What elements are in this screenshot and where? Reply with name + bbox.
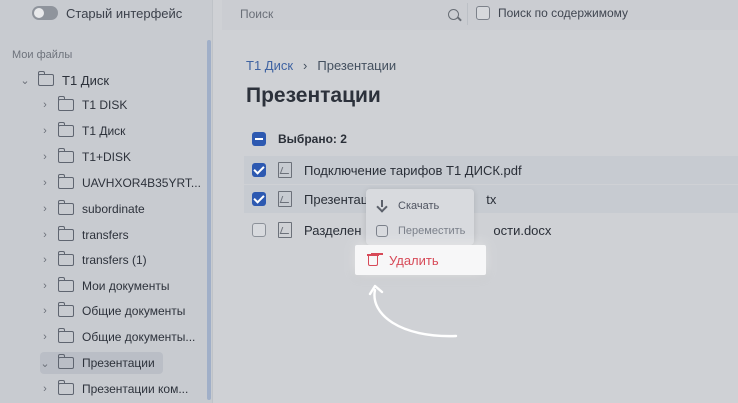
context-menu: Скачать Переместить (366, 189, 474, 245)
old-interface-toggle[interactable] (32, 6, 58, 20)
chevron-down-icon[interactable]: ⌄ (40, 357, 50, 370)
sidebar-item-shared-documents-2[interactable]: › Общие документы... (40, 326, 195, 348)
select-all-checkbox[interactable] (252, 132, 266, 146)
delete-button[interactable]: Удалить (355, 245, 486, 275)
file-name[interactable]: Разделен (304, 223, 361, 238)
selection-status: Выбрано: 2 (252, 132, 347, 146)
file-row[interactable]: Подключение тарифов Т1 ДИСК.pdf (244, 156, 738, 184)
chevron-right-icon[interactable]: › (40, 280, 50, 292)
sidebar-item-label: Мои документы (82, 279, 170, 293)
pointer-arrow (368, 284, 458, 338)
sidebar-item-t1-disk-en[interactable]: › T1 DISK (40, 94, 127, 116)
app-window: Старый интерфейс Мои файлы ⌄ Т1 Диск › T… (0, 0, 738, 403)
menu-item-label: Переместить (398, 225, 466, 237)
tree-root-label: Т1 Диск (62, 72, 110, 88)
sidebar-item-label: Презентации (82, 356, 155, 370)
sidebar-item-label: transfers (1) (82, 253, 147, 267)
file-checkbox[interactable] (252, 192, 266, 206)
chevron-right-icon[interactable]: › (40, 305, 50, 317)
file-checkbox[interactable] (252, 223, 266, 237)
sidebar: Старый интерфейс Мои файлы ⌄ Т1 Диск › T… (0, 0, 213, 403)
chevron-right-icon[interactable]: › (40, 229, 50, 241)
sidebar-item-uavhxor[interactable]: › UAVHXOR4B35YRT... (40, 172, 201, 194)
folder-icon (57, 302, 74, 317)
file-row[interactable]: Презентац tx (244, 185, 738, 213)
breadcrumb-separator: › (303, 58, 308, 73)
content-search-checkbox[interactable] (476, 6, 490, 20)
folder-icon (57, 277, 74, 292)
trash-icon (367, 253, 379, 267)
folder-icon (57, 226, 74, 241)
sidebar-item-label: T1 Диск (82, 124, 126, 138)
folder-icon (57, 328, 74, 343)
chevron-right-icon[interactable]: › (40, 151, 50, 163)
old-interface-label: Старый интерфейс (66, 5, 183, 21)
search-icon[interactable] (448, 8, 459, 20)
breadcrumb: Т1 Диск › Презентации (246, 58, 396, 73)
sidebar-item-label: Общие документы... (82, 330, 196, 344)
breadcrumb-root[interactable]: Т1 Диск (246, 58, 293, 73)
sidebar-item-label: Презентации ком... (82, 382, 189, 396)
chevron-right-icon[interactable]: › (40, 99, 50, 111)
folder-icon (37, 71, 54, 86)
move-icon (376, 225, 388, 237)
old-interface-toggle-row[interactable]: Старый интерфейс (32, 4, 182, 22)
sidebar-item-label: transfers (82, 228, 129, 242)
sidebar-scrollbar[interactable] (207, 40, 211, 400)
file-checkbox[interactable] (252, 163, 266, 177)
menu-item-move[interactable]: Переместить (376, 225, 465, 237)
file-name-suffix: ости.docx (493, 222, 552, 238)
folder-icon (57, 148, 74, 163)
delete-label: Удалить (389, 252, 439, 268)
sidebar-item-label: subordinate (82, 202, 145, 216)
sidebar-item-label: T1+DISK (82, 150, 132, 164)
folder-icon (57, 96, 74, 111)
download-icon (376, 200, 388, 212)
sidebar-item-my-documents[interactable]: › Мои документы (40, 275, 169, 297)
chevron-right-icon[interactable]: › (40, 383, 50, 395)
content-search-toggle[interactable]: Поиск по содержимому (476, 6, 628, 20)
sidebar-item-presentations-company[interactable]: › Презентации ком... (40, 378, 188, 400)
chevron-right-icon[interactable]: › (40, 177, 50, 189)
page-title: Презентации (246, 84, 381, 107)
selection-label: Выбрано: 2 (278, 132, 347, 146)
breadcrumb-current: Презентации (317, 58, 397, 73)
sidebar-item-label: T1 DISK (82, 98, 128, 112)
sidebar-item-presentations[interactable]: ⌄ Презентации (40, 352, 163, 374)
chevron-down-icon[interactable]: ⌄ (20, 74, 30, 87)
my-files-section-title: Мои файлы (12, 49, 73, 61)
menu-item-download[interactable]: Скачать (376, 200, 439, 212)
sidebar-item-transfers[interactable]: › transfers (40, 224, 129, 246)
file-name-suffix: tx (486, 191, 497, 207)
folder-icon (57, 354, 74, 369)
file-row[interactable]: Разделен ости.docx (244, 216, 738, 244)
search-input[interactable]: Поиск (240, 7, 273, 21)
chevron-right-icon[interactable]: › (40, 203, 50, 215)
search-bar[interactable]: Поиск (232, 3, 468, 25)
sidebar-item-transfers-1[interactable]: › transfers (1) (40, 249, 147, 271)
chevron-right-icon[interactable]: › (40, 331, 50, 343)
sidebar-item-t1-disk-ru[interactable]: › T1 Диск (40, 120, 125, 142)
sidebar-item-shared-documents[interactable]: › Общие документы (40, 300, 185, 322)
sidebar-item-label: UAVHXOR4B35YRT... (82, 176, 201, 190)
sidebar-item-subordinate[interactable]: › subordinate (40, 198, 145, 220)
sidebar-item-t1-plus-disk[interactable]: › T1+DISK (40, 146, 131, 168)
file-icon (278, 191, 292, 207)
chevron-right-icon[interactable]: › (40, 125, 50, 137)
folder-icon (57, 251, 74, 266)
menu-item-label: Скачать (398, 200, 440, 212)
file-icon (278, 222, 292, 238)
tree-root-t1-disk[interactable]: ⌄ Т1 Диск (20, 69, 109, 91)
folder-icon (57, 380, 74, 395)
folder-icon (57, 200, 74, 215)
content-search-label: Поиск по содержимому (498, 6, 629, 20)
file-icon (278, 162, 292, 178)
file-name[interactable]: Презентац (304, 192, 368, 207)
chevron-right-icon[interactable]: › (40, 254, 50, 266)
folder-icon (57, 174, 74, 189)
sidebar-item-label: Общие документы (82, 304, 186, 318)
file-name[interactable]: Подключение тарифов Т1 ДИСК.pdf (304, 163, 522, 178)
folder-icon (57, 122, 74, 137)
